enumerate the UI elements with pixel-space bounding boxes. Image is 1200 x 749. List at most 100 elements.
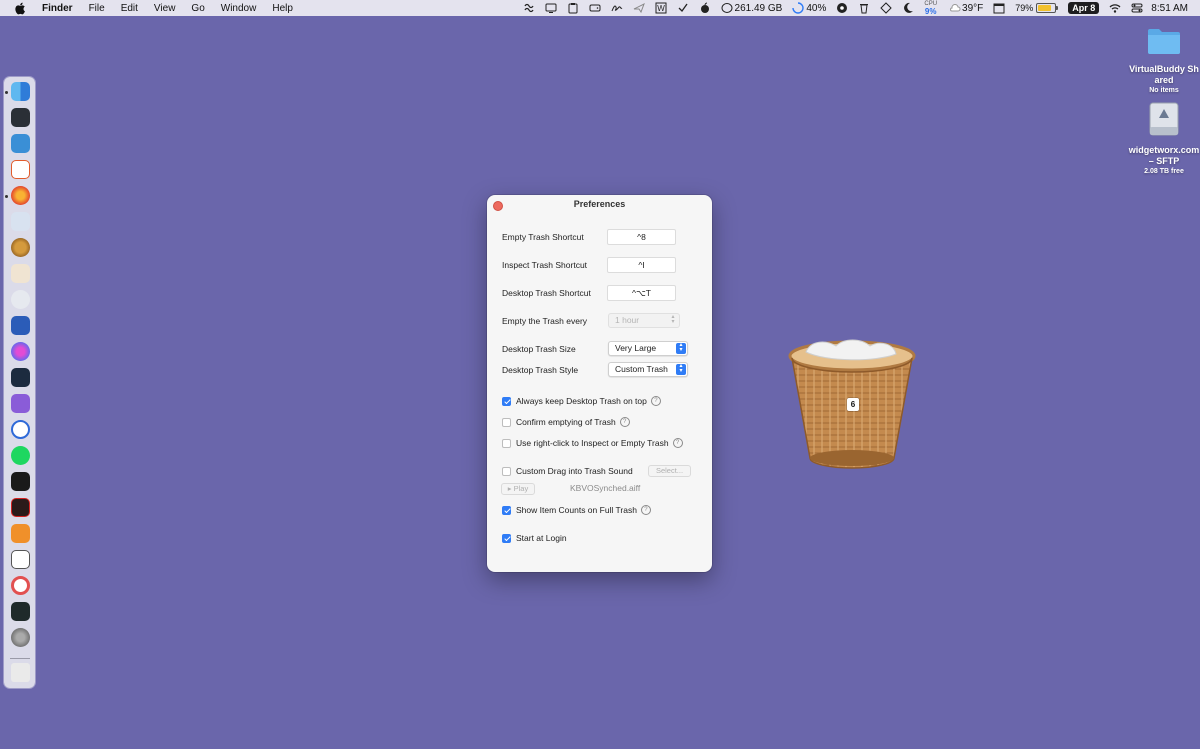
confirm-empty-checkbox[interactable]	[502, 417, 511, 427]
w-icon[interactable]: W	[655, 2, 667, 14]
battery-text: 79%	[1015, 3, 1034, 13]
menu-view[interactable]: View	[154, 3, 176, 14]
sound-file-name: KBVOSynched.aiff	[570, 483, 641, 493]
dock-bbedit-icon[interactable]	[11, 290, 30, 309]
empty-trash-shortcut-field[interactable]: ^8	[607, 229, 676, 245]
screen-icon[interactable]	[545, 2, 557, 14]
disk-free-text: 261.49 GB	[734, 2, 783, 14]
dock-screen-record-icon[interactable]	[11, 498, 30, 517]
desktop-trash-shortcut-field[interactable]: ^⌥T	[607, 285, 676, 301]
right-click-checkbox[interactable]	[502, 438, 511, 448]
trash-icon[interactable]	[858, 2, 870, 14]
disk-free-status[interactable]: 261.49 GB	[721, 2, 783, 14]
trash-style-popup[interactable]: Custom Trash ▴ ▾	[608, 362, 688, 377]
dock-screen-sharing-icon[interactable]	[11, 212, 30, 231]
disk-icon	[721, 3, 733, 13]
dock	[4, 77, 35, 688]
dock-downloader-icon[interactable]	[11, 394, 30, 413]
folder-icon	[1148, 29, 1180, 54]
apple-menu-icon[interactable]	[13, 2, 27, 15]
help-icon[interactable]: ?	[619, 417, 630, 427]
dock-word-icon[interactable]	[11, 316, 30, 335]
custom-sound-label: Custom Drag into Trash Sound	[516, 466, 633, 476]
dock-podcast-icon[interactable]	[11, 420, 30, 439]
help-icon[interactable]: ?	[650, 396, 661, 406]
start-login-label: Start at Login	[516, 533, 567, 543]
dock-terminal-icon[interactable]	[11, 472, 30, 491]
start-login-checkbox[interactable]	[502, 533, 511, 543]
keep-on-top-checkbox[interactable]	[502, 396, 511, 406]
keep-on-top-label: Always keep Desktop Trash on top	[516, 396, 647, 406]
menu-edit[interactable]: Edit	[121, 3, 138, 14]
clipboard-icon[interactable]	[567, 2, 579, 14]
clock[interactable]: 8:51 AM	[1151, 3, 1188, 14]
right-click-row[interactable]: Use right-click to Inspect or Empty Tras…	[502, 438, 683, 448]
empty-every-label: Empty the Trash every	[502, 316, 588, 326]
menu-file[interactable]: File	[89, 3, 105, 14]
battery-status[interactable]: 79%	[1015, 3, 1059, 13]
diamond-icon[interactable]	[880, 2, 893, 14]
battery-icon	[1036, 3, 1059, 13]
date-status[interactable]: Apr 8	[1068, 2, 1100, 14]
calendar-icon[interactable]	[993, 2, 1005, 14]
running-indicator	[5, 195, 8, 198]
inspect-trash-shortcut-field[interactable]: ^I	[607, 257, 676, 273]
dock-finder-icon[interactable]	[11, 82, 30, 101]
custom-sound-row[interactable]: Custom Drag into Trash Sound	[502, 466, 633, 476]
dock-tools-icon[interactable]	[11, 134, 30, 153]
menu-bar: Finder File Edit View Go Window Help W 2…	[0, 0, 1200, 16]
cpu-status[interactable]: CPU 9%	[924, 1, 937, 16]
empty-every-popup[interactable]: 1 hour ▴ ▾	[608, 313, 680, 328]
keep-on-top-row[interactable]: Always keep Desktop Trash on top ?	[502, 396, 661, 406]
control-center-icon[interactable]	[1131, 2, 1143, 14]
item-counts-row[interactable]: Show Item Counts on Full Trash ?	[502, 505, 651, 515]
plane-icon[interactable]	[633, 2, 645, 14]
dock-trash-icon[interactable]	[11, 663, 30, 682]
dock-firefox-icon[interactable]	[11, 186, 30, 205]
menu-help[interactable]: Help	[272, 3, 293, 14]
menu-window[interactable]: Window	[221, 3, 257, 14]
check-icon[interactable]	[677, 2, 689, 14]
moon-icon[interactable]	[902, 2, 914, 14]
play-sound-button[interactable]: ▸ Play	[501, 483, 535, 495]
chevron-updown-icon: ▴ ▾	[676, 342, 686, 354]
select-sound-button[interactable]: Select...	[648, 465, 691, 477]
dock-beta-app-icon[interactable]	[11, 524, 30, 543]
desktop-icon-virtualbuddy[interactable]: VirtualBuddy Shared No items	[1128, 26, 1200, 95]
progress-status[interactable]: 40%	[792, 2, 826, 14]
start-login-row[interactable]: Start at Login	[502, 533, 567, 543]
dock-spotify-icon[interactable]	[11, 446, 30, 465]
help-icon[interactable]: ?	[672, 438, 683, 448]
menu-go[interactable]: Go	[191, 3, 204, 14]
weather-text: 39°F	[962, 2, 984, 14]
item-counts-checkbox[interactable]	[502, 505, 511, 515]
confirm-empty-row[interactable]: Confirm emptying of Trash ?	[502, 417, 630, 427]
custom-sound-checkbox[interactable]	[502, 466, 511, 476]
dock-activity-monitor-icon[interactable]	[11, 602, 30, 621]
menu-app-name[interactable]: Finder	[42, 3, 73, 14]
dock-preview-icon[interactable]	[11, 264, 30, 283]
apple-icon[interactable]	[699, 2, 711, 14]
dock-acorn-icon[interactable]	[11, 238, 30, 257]
running-indicator	[5, 91, 8, 94]
dock-brave-icon[interactable]	[11, 160, 30, 179]
trash-size-popup[interactable]: Very Large ▴ ▾	[608, 341, 688, 356]
weather-status[interactable]: 39°F	[949, 2, 983, 14]
wifi-icon[interactable]	[1109, 2, 1121, 14]
monitor-icon[interactable]	[523, 2, 535, 14]
drive-icon[interactable]	[589, 2, 601, 14]
desktop-icon-sftp[interactable]: widgetworx.com – SFTP 2.08 TB free	[1128, 101, 1200, 176]
soccer-icon[interactable]	[836, 2, 848, 14]
dock-circle-app-icon[interactable]	[11, 576, 30, 595]
dock-system-settings-icon[interactable]	[11, 628, 30, 647]
dock-infuse-icon[interactable]	[11, 368, 30, 387]
dock-arc-icon[interactable]	[11, 342, 30, 361]
cloud-icon	[950, 3, 961, 12]
dock-layers-icon[interactable]	[11, 550, 30, 569]
empty-every-value: 1 hour	[615, 315, 640, 325]
progress-text: 40%	[806, 2, 827, 14]
desktop-icon-label: widgetworx.com – SFTP	[1128, 145, 1200, 166]
help-icon[interactable]: ?	[640, 505, 651, 515]
dock-instruments-icon[interactable]	[11, 108, 30, 127]
signature-icon[interactable]	[611, 2, 623, 14]
